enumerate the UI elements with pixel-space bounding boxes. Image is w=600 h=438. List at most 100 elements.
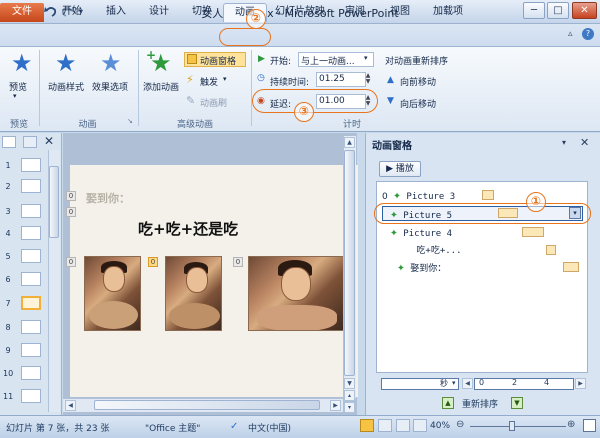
slide-thumbnail[interactable] [21,158,41,172]
preview-dropdown-icon[interactable]: ▾ [13,92,17,100]
minimize-button[interactable]: ─ [523,2,545,19]
zoom-slider[interactable] [470,426,566,427]
delay-highlight [252,89,378,113]
previous-slide-icon[interactable]: ▴ [344,390,355,401]
theme-name[interactable]: "Office 主题" [145,421,200,434]
slide-thumbnail[interactable] [21,204,41,218]
animation-timing-bar[interactable] [563,262,579,272]
timeline-tick: 0 [479,378,485,387]
slide-thumbnail[interactable] [21,320,41,334]
animation-timing-bar[interactable] [522,227,544,237]
animation-styles-button[interactable]: 动画样式 [48,80,84,93]
animation-timing-bar[interactable] [546,245,556,255]
dialog-launcher-icon[interactable]: ↘ [127,117,133,125]
slide-sorter-icon[interactable] [378,419,392,432]
language[interactable]: 中文(中国) [248,421,291,434]
slideshow-view-icon[interactable] [413,419,427,432]
scroll-right-icon[interactable]: ▶ [330,400,341,411]
next-slide-icon[interactable]: ▾ [344,402,355,413]
timeline-dropdown-icon[interactable]: ▾ [452,379,456,387]
zoom-out-icon[interactable]: ⊖ [456,419,464,430]
move-later-button[interactable]: 向后移动 [400,97,436,110]
tab-transitions[interactable]: 切换 [183,3,221,22]
zoom-slider-thumb[interactable] [509,421,515,431]
timeline-left-icon[interactable]: ◀ [462,378,473,389]
tab-addins[interactable]: 加载项 [426,3,470,22]
duration-icon: ◷ [257,73,265,83]
scroll-down-icon[interactable]: ▼ [344,378,355,389]
zoom-level[interactable]: 40% [430,421,450,431]
trigger-dropdown-icon[interactable]: ▾ [223,75,227,83]
tab-home[interactable]: 开始 [53,3,91,22]
move-earlier-button[interactable]: 向前移动 [400,75,436,88]
tab-slideshow[interactable]: 幻灯片放映 [272,3,328,22]
group-label-animation: 动画 [78,120,97,130]
ribbon-tabs [0,24,600,46]
start-dropdown-icon[interactable]: ▾ [364,54,368,62]
animations-tab-highlight [219,28,271,46]
ribbon-separator [251,50,252,126]
animation-item[interactable]: 吃+吃+... [397,243,462,259]
slides-view-tab[interactable] [2,136,16,148]
slide-thumbnail[interactable] [21,249,41,263]
slide-thumbnail[interactable] [21,179,41,193]
slide-scroll-thumb[interactable] [344,150,355,376]
reorder-up-icon[interactable]: ▲ [442,397,454,409]
slide-thumbnail-selected[interactable] [21,296,41,310]
slide-thumbnail[interactable] [21,366,41,380]
slide-thumbnail[interactable] [21,389,41,403]
animation-item-name: 吃+吃+... [416,246,462,256]
timeline-zoom-select[interactable]: 秒 [381,378,459,390]
minimize-ribbon-icon[interactable]: ▵ [568,29,573,39]
pane-options-icon[interactable]: ▾ [562,138,566,147]
fit-to-window-icon[interactable] [583,419,596,432]
play-button[interactable]: ▶ 播放 [379,161,421,177]
reorder-down-icon[interactable]: ▼ [511,397,523,409]
close-animation-pane-icon[interactable]: ✕ [580,136,589,149]
animation-pane-button[interactable]: 动画窗格 [200,54,236,67]
slide-thumbnail[interactable] [21,272,41,286]
duration-spinner-icon[interactable]: ▲ ▼ [363,73,373,86]
help-icon[interactable]: ? [582,28,594,40]
animation-order-badge: 0 [233,257,243,267]
zoom-in-icon[interactable]: ⊕ [567,419,575,430]
close-button[interactable]: ✕ [572,2,597,19]
add-animation-button[interactable]: 添加动画 [143,80,179,93]
scroll-left-icon[interactable]: ◀ [65,400,76,411]
duration-input[interactable]: 01.25 [316,72,366,87]
tab-design[interactable]: 设计 [140,3,178,22]
tab-view[interactable]: 视图 [381,3,419,22]
maximize-button[interactable]: □ [547,2,569,19]
animation-order-badge: 0 [66,257,76,267]
timeline-right-icon[interactable]: ▶ [575,378,586,389]
slide-photo-3[interactable] [248,256,344,331]
spellcheck-icon[interactable]: ✓ [230,421,238,432]
normal-view-icon[interactable] [360,419,374,432]
animation-item[interactable]: ✦ 娶到你： [397,261,446,277]
move-later-icon: ▼ [387,96,394,106]
slide-photo-2[interactable] [165,256,222,331]
outline-view-tab[interactable] [23,136,37,148]
selected-item-highlight [374,203,591,224]
close-pane-icon[interactable]: ✕ [44,134,54,148]
tab-file[interactable]: 文件 [0,3,44,22]
slide-thumbnail[interactable] [21,343,41,357]
duration-label: 持续时间: [270,78,310,88]
scroll-up-icon[interactable]: ▲ [344,137,355,148]
effect-options-button[interactable]: 效果选项 [92,80,128,93]
animation-timing-bar[interactable] [482,190,494,200]
tab-review[interactable]: 审阅 [336,3,374,22]
tab-insert[interactable]: 插入 [97,3,135,22]
slide-photo-1[interactable] [84,256,141,331]
reading-view-icon[interactable] [396,419,410,432]
animation-painter-button[interactable]: 动画刷 [200,96,227,109]
start-icon: ▶ [258,54,265,64]
entrance-effect-icon: ✦ [393,188,401,203]
preview-button[interactable]: 预览 [9,80,27,93]
slide-number: 10 [3,369,14,378]
trigger-button[interactable]: 触发 [200,75,218,88]
slide-thumbnail[interactable] [21,226,41,240]
thumbnails-scroll-thumb[interactable] [49,166,59,238]
horizontal-scroll-thumb[interactable] [94,400,320,410]
animation-item[interactable]: ✦ Picture 4 [390,226,452,242]
